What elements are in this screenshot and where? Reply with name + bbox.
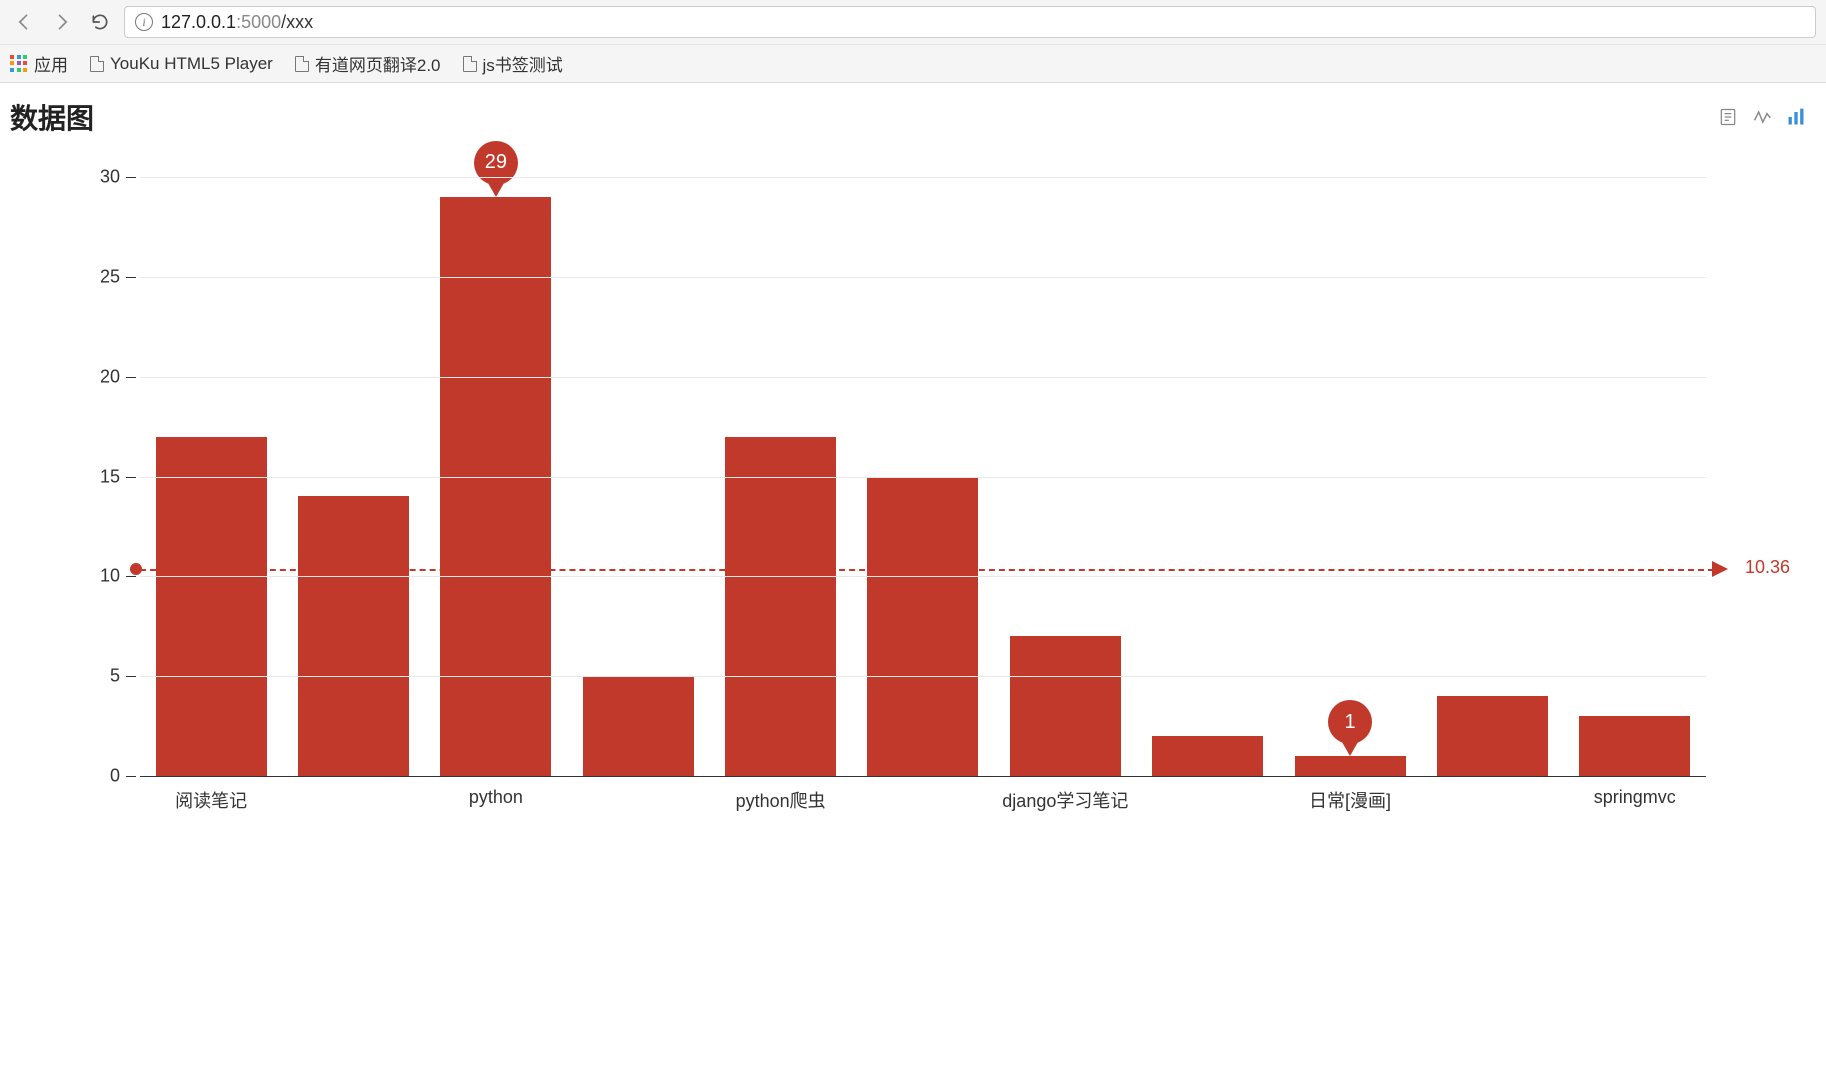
y-tick: [126, 776, 136, 777]
x-axis-label: springmvc: [1564, 777, 1706, 817]
chart-container: 291 05101520253010.36 阅读笔记.python.python…: [140, 177, 1706, 817]
y-tick: [126, 676, 136, 677]
x-axis-label: .: [567, 777, 709, 817]
apps-icon: [10, 55, 28, 73]
bookmarks-bar: 应用 YouKu HTML5 Player 有道网页翻译2.0 js书签测试: [0, 44, 1826, 82]
x-axis-label: .: [1137, 777, 1279, 817]
bookmark-item[interactable]: js书签测试: [463, 51, 563, 76]
grid-line: [140, 676, 1706, 677]
site-info-icon[interactable]: i: [135, 13, 153, 31]
apps-label: 应用: [34, 51, 68, 76]
grid-line: [140, 177, 1706, 178]
grid-line: [140, 377, 1706, 378]
bar[interactable]: [725, 437, 836, 776]
data-view-icon[interactable]: [1718, 107, 1738, 127]
x-axis-label: django学习笔记: [994, 777, 1136, 817]
back-button[interactable]: [10, 8, 38, 36]
file-icon: [463, 56, 477, 72]
chart-header: 数据图: [10, 97, 1816, 137]
y-tick: [126, 177, 136, 178]
bar[interactable]: [583, 676, 694, 776]
grid-line: [140, 277, 1706, 278]
bookmark-label: js书签测试: [483, 51, 563, 76]
bar[interactable]: 29: [440, 197, 551, 776]
y-tick: [126, 277, 136, 278]
chart-toolbox: [1718, 107, 1816, 127]
url-text: 127.0.0.1:5000/xxx: [161, 12, 313, 33]
y-tick: [126, 576, 136, 577]
grid-line: [140, 576, 1706, 577]
y-axis-label: 10: [100, 566, 120, 587]
avg-line-label: 10.36: [1745, 557, 1790, 578]
bar[interactable]: [1579, 716, 1690, 776]
y-axis-label: 20: [100, 366, 120, 387]
x-axis-labels: 阅读笔记.python.python爬虫.django学习笔记.日常[漫画].s…: [140, 777, 1706, 817]
avg-line-dash: [140, 569, 1714, 571]
x-axis-label: .: [1421, 777, 1563, 817]
file-icon: [295, 56, 309, 72]
max-marker-pin: 29: [474, 141, 518, 197]
bookmark-label: 有道网页翻译2.0: [315, 51, 441, 76]
chart-title: 数据图: [10, 97, 94, 137]
bookmark-item[interactable]: YouKu HTML5 Player: [90, 54, 273, 74]
browser-chrome: i 127.0.0.1:5000/xxx 应用 YouKu HTML5 Play…: [0, 0, 1826, 83]
forward-button[interactable]: [48, 8, 76, 36]
x-axis-label: 日常[漫画]: [1279, 777, 1421, 817]
y-axis-label: 15: [100, 466, 120, 487]
url-bar[interactable]: i 127.0.0.1:5000/xxx: [124, 6, 1816, 38]
y-axis-label: 30: [100, 167, 120, 188]
y-tick: [126, 477, 136, 478]
x-axis-label: .: [282, 777, 424, 817]
bar[interactable]: [156, 437, 267, 776]
avg-line-arrow-icon: [1712, 561, 1728, 577]
x-axis-label: .: [852, 777, 994, 817]
line-chart-icon[interactable]: [1752, 107, 1772, 127]
x-axis-label: 阅读笔记: [140, 777, 282, 817]
file-icon: [90, 56, 104, 72]
y-axis-label: 25: [100, 266, 120, 287]
bar[interactable]: [1010, 636, 1121, 776]
y-axis-label: 5: [110, 666, 120, 687]
bar[interactable]: [1437, 696, 1548, 776]
apps-button[interactable]: 应用: [10, 51, 68, 76]
bar[interactable]: [1152, 736, 1263, 776]
x-axis-label: python: [425, 777, 567, 817]
bar[interactable]: [867, 477, 978, 777]
bookmark-item[interactable]: 有道网页翻译2.0: [295, 51, 441, 76]
bookmark-label: YouKu HTML5 Player: [110, 54, 273, 74]
x-axis-label: python爬虫: [709, 777, 851, 817]
browser-toolbar: i 127.0.0.1:5000/xxx: [0, 0, 1826, 44]
reload-button[interactable]: [86, 8, 114, 36]
min-marker-pin: 1: [1328, 700, 1372, 756]
bar[interactable]: [298, 496, 409, 776]
plot-area: 291 05101520253010.36: [140, 177, 1706, 777]
bar-chart-icon[interactable]: [1786, 107, 1806, 127]
bar[interactable]: 1: [1295, 756, 1406, 776]
grid-line: [140, 477, 1706, 478]
y-axis-label: 0: [110, 766, 120, 787]
page-content: 数据图 291 05101520253010.36 阅读笔记.python.py…: [0, 83, 1826, 857]
y-tick: [126, 377, 136, 378]
